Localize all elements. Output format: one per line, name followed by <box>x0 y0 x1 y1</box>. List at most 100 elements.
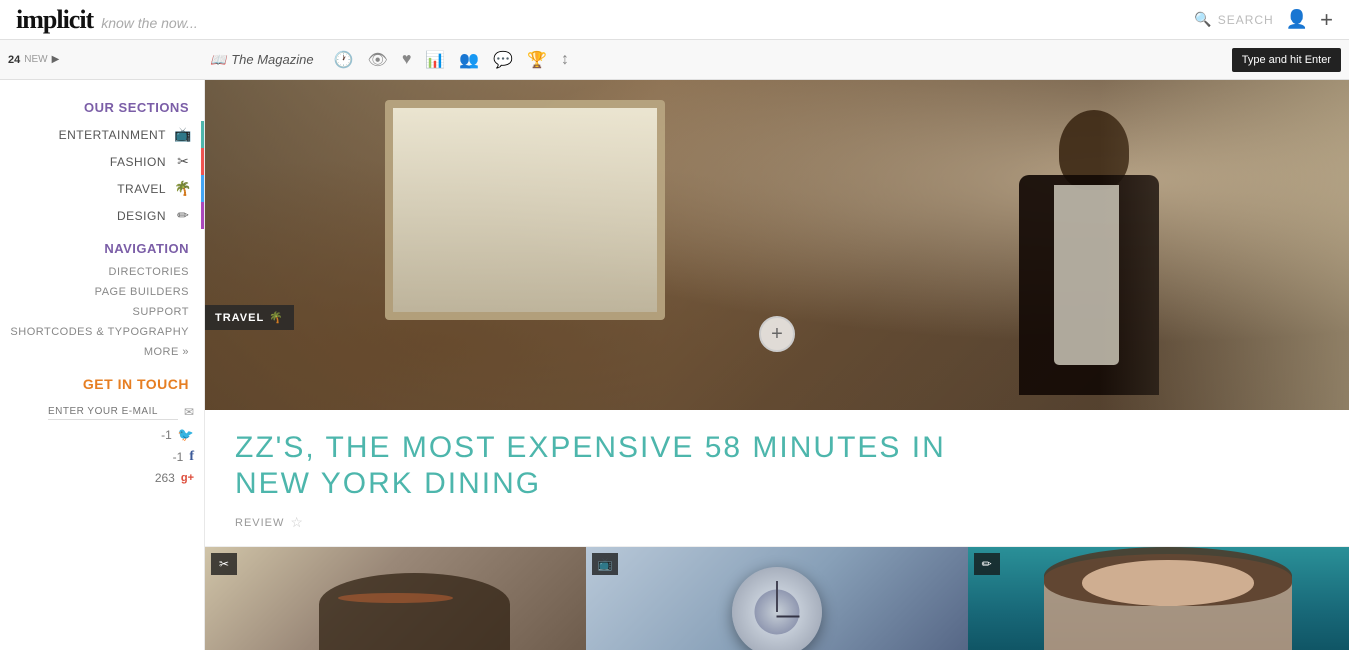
book-icon: 📖 <box>210 52 226 68</box>
design-bg <box>968 547 1349 650</box>
magazine-label[interactable]: 📖 The Magazine <box>210 52 314 68</box>
plus-icon: + <box>771 323 783 346</box>
nav-support[interactable]: SUPPORT <box>0 302 204 322</box>
new-badge: 24 NEW ▶ <box>8 54 59 66</box>
scissors-icon: ✂ <box>219 557 229 571</box>
thumbnail-design[interactable]: ✏ <box>968 547 1349 650</box>
fashion-figure <box>319 573 510 650</box>
sidebar-item-travel[interactable]: TRAVEL 🌴 <box>0 175 204 202</box>
travel-label: TRAVEL <box>117 182 166 196</box>
search-label: SEARCH <box>1218 13 1274 27</box>
hero-image: TRAVEL 🌴 + <box>205 80 1349 410</box>
logo-text[interactable]: implicit <box>16 5 93 35</box>
heart-icon[interactable]: ♥ <box>398 51 416 69</box>
sort-icon[interactable]: ↕ <box>557 51 573 69</box>
thumbnail-grid: ✂ 📺 <box>205 547 1349 650</box>
new-count: 24 <box>8 54 20 66</box>
travel-badge[interactable]: TRAVEL 🌴 <box>205 305 294 330</box>
hero-curtain <box>1099 80 1349 410</box>
clock-hand-minute <box>776 581 778 613</box>
email-icon: ✉ <box>184 405 194 419</box>
gplus-icon[interactable]: g+ <box>181 472 194 484</box>
thumbnail-fashion[interactable]: ✂ <box>205 547 586 650</box>
comment-icon[interactable]: 💬 <box>489 50 517 70</box>
article-title-section: ZZ'S, THE MOST EXPENSIVE 58 MINUTES IN N… <box>205 410 1349 547</box>
gplus-count: 263 <box>155 471 175 485</box>
nav-directories[interactable]: DIRECTORIES <box>0 262 204 282</box>
page-layout: OUR SECTIONS ENTERTAINMENT 📺 FASHION ✂ T… <box>0 80 1349 650</box>
thumbnail-entertainment[interactable]: 📺 <box>586 547 967 650</box>
tv-icon: 📺 <box>598 557 613 571</box>
get-in-touch-title: GET IN TOUCH <box>0 362 204 400</box>
clock-hand-hour <box>777 616 800 618</box>
twitter-count: -1 <box>161 428 172 442</box>
fashion-icon: ✂ <box>172 153 194 170</box>
entertainment-badge: 📺 <box>592 553 618 575</box>
fashion-glasses <box>338 593 452 603</box>
design-icon: ✏ <box>172 207 194 224</box>
users-icon[interactable]: 👥 <box>455 50 483 70</box>
hero-window <box>385 100 665 320</box>
toolbar: 24 NEW ▶ 📖 The Magazine 🕐 👁 ♥ 📊 👥 💬 🏆 ↕ … <box>0 40 1349 80</box>
sidebar-item-entertainment[interactable]: ENTERTAINMENT 📺 <box>0 121 204 148</box>
logo-tagline: know the now... <box>101 15 198 31</box>
nav-page-builders[interactable]: PAGE BUILDERS <box>0 282 204 302</box>
sidebar-item-design[interactable]: DESIGN ✏ <box>0 202 204 229</box>
search-area[interactable]: 🔍 SEARCH <box>1194 11 1273 28</box>
article-title: ZZ'S, THE MOST EXPENSIVE 58 MINUTES IN N… <box>235 430 1319 502</box>
fashion-badge: ✂ <box>211 553 237 575</box>
title-part2: 58 MINUTES IN <box>694 431 945 464</box>
entertainment-label: ENTERTAINMENT <box>59 128 166 142</box>
entertainment-icon: 📺 <box>172 126 194 143</box>
design-badge: ✏ <box>974 553 1000 575</box>
navigation-title: NAVIGATION <box>0 229 204 262</box>
gplus-social-row: 263 g+ <box>0 468 204 488</box>
type-hint-box: Type and hit Enter <box>1232 48 1341 72</box>
site-header: implicit know the now... 🔍 SEARCH 👤 + <box>0 0 1349 40</box>
facebook-social-row: -1 f <box>0 446 204 468</box>
main-content: TRAVEL 🌴 + ZZ'S, THE MOST EXPENSIVE 58 M… <box>205 80 1349 650</box>
design-label: DESIGN <box>117 209 166 223</box>
clock-icon[interactable]: 🕐 <box>330 50 358 70</box>
travel-icon: 🌴 <box>172 180 194 197</box>
trophy-icon[interactable]: 🏆 <box>523 50 551 70</box>
new-label: NEW <box>24 54 47 65</box>
add-icon[interactable]: + <box>1320 7 1333 33</box>
thumb-bg-fashion <box>205 547 586 650</box>
twitter-icon[interactable]: 🐦 <box>178 427 194 443</box>
sidebar: OUR SECTIONS ENTERTAINMENT 📺 FASHION ✂ T… <box>0 80 205 650</box>
title-highlight: MOST EXPENSIVE <box>402 431 695 464</box>
nav-more[interactable]: MORE » <box>0 342 204 362</box>
pen-icon: ✏ <box>982 557 992 571</box>
travel-badge-text: TRAVEL <box>215 312 264 324</box>
facebook-count: -1 <box>173 450 184 464</box>
search-icon: 🔍 <box>1194 11 1211 28</box>
review-row: REVIEW ☆ <box>235 514 1319 531</box>
eye-icon[interactable]: 👁 <box>364 50 392 70</box>
travel-badge-icon: 🌴 <box>269 311 284 324</box>
email-input-row: ✉ <box>0 400 204 424</box>
facebook-icon[interactable]: f <box>189 449 194 465</box>
type-hint-text: Type and hit Enter <box>1242 54 1331 66</box>
nav-shortcodes[interactable]: SHORTCODES & TYPOGRAPHY <box>0 322 204 342</box>
sections-title: OUR SECTIONS <box>0 90 204 121</box>
chart-icon[interactable]: 📊 <box>421 50 449 70</box>
magazine-text: The Magazine <box>231 52 313 67</box>
user-icon[interactable]: 👤 <box>1286 9 1308 30</box>
title-part1: ZZ'S, THE <box>235 431 402 464</box>
logo-area: implicit know the now... <box>16 5 198 35</box>
hero-window-inner <box>393 108 657 312</box>
fashion-bar <box>201 148 204 175</box>
plus-button[interactable]: + <box>759 316 795 352</box>
design-bar <box>201 202 204 229</box>
email-input[interactable] <box>48 404 178 420</box>
title-line2: NEW YORK DINING <box>235 467 541 500</box>
review-star[interactable]: ☆ <box>290 514 303 531</box>
travel-bar <box>201 175 204 202</box>
sidebar-item-fashion[interactable]: FASHION ✂ <box>0 148 204 175</box>
woman-face <box>1082 560 1254 606</box>
arrow-icon: ▶ <box>52 54 60 65</box>
header-right: 🔍 SEARCH 👤 + <box>1194 7 1333 33</box>
twitter-social-row: -1 🐦 <box>0 424 204 446</box>
fashion-label: FASHION <box>110 155 166 169</box>
